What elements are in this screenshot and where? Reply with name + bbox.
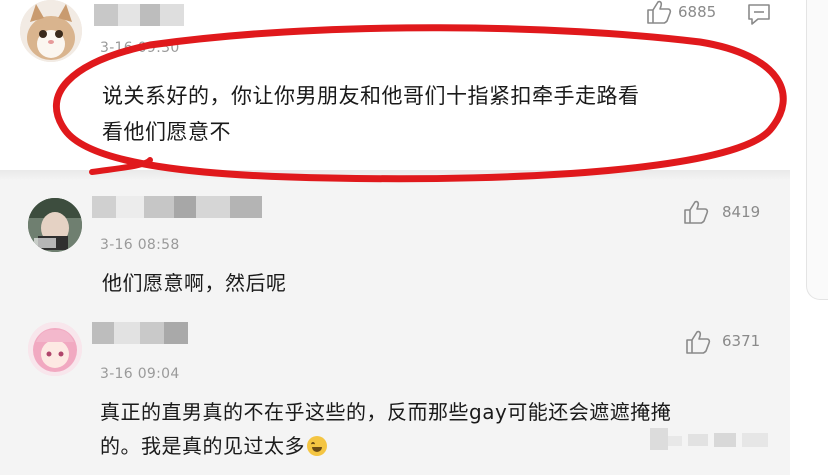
thumbs-up-icon[interactable] (683, 200, 709, 224)
reply-list: 3-16 08:58 8419 他们愿意啊，然后呢 3-16 09:04 637… (0, 170, 790, 475)
laughing-crying-emoji-icon (307, 436, 327, 456)
reply-time: 3-16 09:04 (100, 366, 180, 382)
reply-text-segment: 的。我是真的见过太多 (100, 434, 305, 458)
reply-text-line: 他们愿意啊，然后呢 (102, 271, 287, 295)
scrollbar-track[interactable] (806, 0, 828, 300)
username-blurred[interactable] (92, 196, 262, 218)
comment-time: 3-16 09:30 (100, 40, 180, 56)
like-count: 8419 (722, 203, 761, 221)
like-count: 6885 (678, 3, 717, 21)
like-count: 6371 (722, 332, 761, 350)
comment-text: 说关系好的，你让你男朋友和他哥们十指紧扣牵手走路看 看他们愿意不 (102, 78, 640, 150)
avatar[interactable] (20, 0, 82, 62)
reply-text: 他们愿意啊，然后呢 (102, 265, 287, 301)
username-blurred[interactable] (94, 4, 184, 26)
comment-text-line: 看他们愿意不 (102, 120, 231, 144)
reply-text-line: 真正的直男真的不在乎这些的，反而那些gay可能还会遮遮掩掩 (100, 400, 672, 424)
comment-text-line: 说关系好的，你让你男朋友和他哥们十指紧扣牵手走路看 (102, 84, 640, 108)
comment-icon[interactable] (746, 2, 772, 26)
avatar[interactable] (28, 322, 82, 376)
cat-avatar-icon (20, 0, 82, 62)
anime-avatar-icon (28, 322, 82, 376)
thumbs-up-icon[interactable] (646, 0, 672, 24)
reply-text: 真正的直男真的不在乎这些的，反而那些gay可能还会遮遮掩掩 的。我是真的见过太多 (100, 395, 671, 463)
reply-text-line: 的。我是真的见过太多 (100, 429, 671, 463)
reply-time: 3-16 08:58 (100, 237, 180, 253)
main-comment: 3-16 09:30 6885 说关系好的，你让你男朋友和他哥们十指紧扣牵手走路… (0, 0, 790, 170)
watermark-blurred (650, 428, 768, 450)
avatar[interactable] (28, 198, 82, 252)
thumbs-up-icon[interactable] (685, 330, 711, 354)
username-blurred[interactable] (92, 322, 188, 344)
avatar-image-icon (28, 198, 82, 252)
